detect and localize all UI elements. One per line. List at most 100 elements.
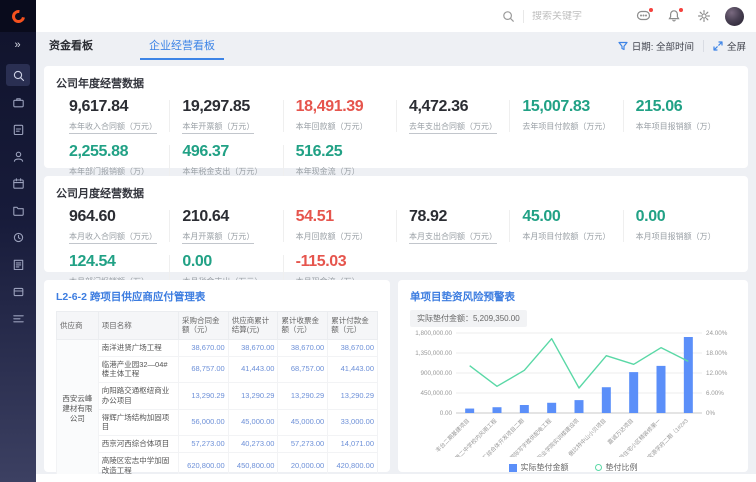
tab-bar: 资金看板 企业经营看板 日期: 全部时间 全屏 bbox=[36, 32, 756, 60]
notification-dot bbox=[679, 8, 684, 13]
sidebar-item-user-icon[interactable] bbox=[6, 145, 30, 167]
stat-cell: 19,297.85本年开票额（万元） bbox=[169, 97, 282, 135]
supplier-cell: 西安云峰建材有限公司 bbox=[57, 339, 99, 479]
stat-value: 0.00 bbox=[636, 208, 732, 226]
project-name-cell: 临港产业园32—04#楼主体工程 bbox=[98, 356, 178, 383]
fullscreen-button[interactable]: 全屏 bbox=[713, 39, 746, 53]
calendar-icon bbox=[12, 177, 25, 190]
sidebar-collapse-button[interactable]: » bbox=[0, 32, 36, 58]
search-icon[interactable] bbox=[502, 10, 515, 23]
sidebar-item-gauge-icon[interactable] bbox=[6, 226, 30, 248]
legend-item-line[interactable]: 垫付比例 bbox=[595, 462, 638, 473]
stat-cell: 15,007.83去年项目付款额（万元） bbox=[509, 97, 622, 135]
bar bbox=[629, 372, 638, 413]
sidebar-item-calendar-icon[interactable] bbox=[6, 172, 30, 194]
legend-item-bar[interactable]: 实际垫付金额 bbox=[509, 462, 569, 473]
amount-cell: 68,757.00 bbox=[278, 356, 328, 383]
stat-label: 去年项目付款额（万元） bbox=[522, 121, 610, 132]
sidebar-item-search-icon[interactable] bbox=[6, 64, 30, 86]
supplier-table-title: L2-6-2 跨项目供应商应付管理表 bbox=[56, 289, 378, 304]
org-list-icon bbox=[12, 312, 25, 325]
package-icon bbox=[12, 285, 25, 298]
legend-square-icon bbox=[509, 464, 517, 472]
message-icon[interactable] bbox=[635, 8, 652, 25]
project-name-cell: 得辉广场结构加固项目 bbox=[98, 409, 178, 436]
amount-cell: 57,273.00 bbox=[178, 436, 228, 453]
stat-cell: 18,491.39本年回款额（万元） bbox=[283, 97, 396, 135]
sidebar-item-package-icon[interactable] bbox=[6, 280, 30, 302]
stat-cell: 54.51本月回款额（万元） bbox=[283, 207, 396, 245]
stat-value: 19,297.85 bbox=[182, 98, 278, 116]
stat-value: 54.51 bbox=[296, 208, 392, 226]
top-header bbox=[36, 0, 756, 32]
svg-text:18.00%: 18.00% bbox=[706, 350, 728, 357]
stat-cell: 496.37本年税金支出（万元） bbox=[169, 142, 282, 180]
notification-dot bbox=[649, 8, 654, 13]
svg-text:1,350,000.00: 1,350,000.00 bbox=[415, 350, 452, 357]
stat-label: 本月项目付款额（万元） bbox=[522, 231, 610, 242]
stat-cell: 516.25本年现金流（万） bbox=[283, 142, 396, 180]
table-row: 临港产业园32—04#楼主体工程68,757.0041,443.0068,757… bbox=[57, 356, 378, 383]
sidebar-item-briefcase-icon[interactable] bbox=[6, 91, 30, 113]
sidebar-item-folder-icon[interactable] bbox=[6, 199, 30, 221]
stat-value: 45.00 bbox=[522, 208, 618, 226]
amount-cell: 13,290.29 bbox=[328, 383, 378, 410]
sidebar-item-org-list-icon[interactable] bbox=[6, 307, 30, 329]
sidebar-item-report-icon[interactable] bbox=[6, 253, 30, 275]
logo-c-icon bbox=[9, 7, 27, 25]
bar bbox=[465, 409, 474, 413]
stat-label: 本年项目报销额（万） bbox=[636, 121, 716, 132]
stat-label: 本年收入合同额（万元） bbox=[69, 121, 157, 134]
chart-legend: 实际垫付金额 垫付比例 bbox=[410, 462, 736, 473]
bar bbox=[520, 405, 529, 413]
annual-stats-card: 公司年度经营数据 9,617.84本年收入合同额（万元）19,297.85本年开… bbox=[44, 66, 748, 168]
footer-strip bbox=[36, 474, 756, 482]
date-filter-label: 日期: 全部时间 bbox=[632, 39, 694, 53]
amount-cell: 38,670.00 bbox=[328, 339, 378, 356]
bar bbox=[657, 366, 666, 413]
stat-value: 9,617.84 bbox=[69, 98, 165, 116]
advance-risk-chart: 0.000%450,000.006.00%900,000.0012.00%1,3… bbox=[410, 327, 736, 457]
user-icon bbox=[12, 150, 25, 163]
stat-label: 本年回款额（万元） bbox=[296, 121, 368, 132]
search-input[interactable] bbox=[532, 11, 608, 22]
tab-enterprise-dashboard[interactable]: 企业经营看板 bbox=[149, 32, 215, 60]
stat-value: 516.25 bbox=[296, 143, 392, 161]
table-header-cell: 累计付款金额（元） bbox=[328, 312, 378, 340]
actual-advance-badge: 实际垫付金额：5,209,350.00 bbox=[410, 310, 527, 327]
search-divider bbox=[523, 10, 524, 23]
stat-cell: 9,617.84 本年收入合同额（万元） bbox=[56, 97, 169, 135]
table-row: 西京河西综合体项目57,273.0040,273.0057,273.0014,0… bbox=[57, 436, 378, 453]
clipboard-icon bbox=[12, 123, 25, 136]
svg-text:0%: 0% bbox=[706, 410, 716, 417]
sidebar-item-clipboard-icon[interactable] bbox=[6, 118, 30, 140]
svg-text:900,000.00: 900,000.00 bbox=[420, 370, 452, 377]
stat-value: 78.92 bbox=[409, 208, 505, 226]
table-header-cell: 累计收票金额（元） bbox=[278, 312, 328, 340]
svg-text:24.00%: 24.00% bbox=[706, 330, 728, 337]
global-search bbox=[502, 10, 608, 23]
stat-cell: 4,472.36去年支出合同额（万元） bbox=[396, 97, 509, 135]
stat-label: 本月项目报销额（万） bbox=[636, 231, 716, 242]
amount-cell: 13,290.29 bbox=[228, 383, 278, 410]
briefcase-icon bbox=[12, 96, 25, 109]
table-row: 得辉广场结构加固项目56,000.0045,000.0045,000.0033,… bbox=[57, 409, 378, 436]
amount-cell: 41,443.00 bbox=[228, 356, 278, 383]
legend-label: 实际垫付金额 bbox=[521, 462, 569, 473]
project-name-cell: 南洋进贤广场工程 bbox=[98, 339, 178, 356]
amount-cell: 38,670.00 bbox=[278, 339, 328, 356]
gauge-icon bbox=[12, 231, 25, 244]
tab-capital-dashboard[interactable]: 资金看板 bbox=[49, 32, 93, 60]
legend-label: 垫付比例 bbox=[606, 462, 638, 473]
monthly-card-title: 公司月度经营数据 bbox=[56, 185, 736, 201]
date-filter-button[interactable]: 日期: 全部时间 bbox=[618, 39, 694, 53]
stat-value: 4,472.36 bbox=[409, 98, 505, 116]
gear-icon[interactable] bbox=[695, 8, 712, 25]
stat-value: 210.64 bbox=[182, 208, 278, 226]
svg-text:450,000.00: 450,000.00 bbox=[420, 390, 452, 397]
bell-icon[interactable] bbox=[665, 8, 682, 25]
bar bbox=[493, 407, 502, 413]
user-avatar[interactable] bbox=[725, 7, 744, 26]
stat-value: 2,255.88 bbox=[69, 143, 165, 161]
stat-cell: 210.64本月开票额（万元） bbox=[169, 207, 282, 245]
